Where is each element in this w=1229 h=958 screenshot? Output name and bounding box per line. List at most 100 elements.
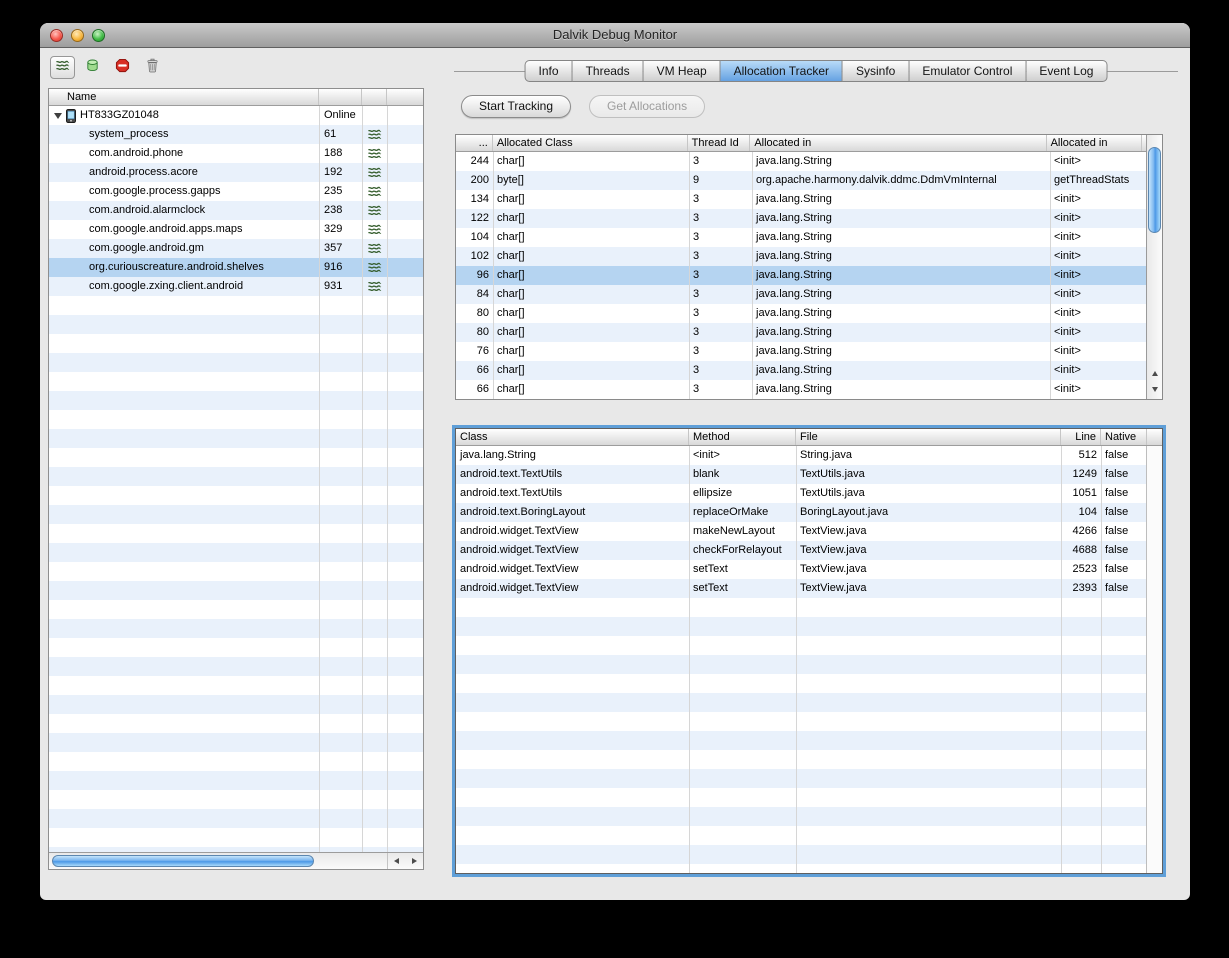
allocation-row[interactable]: 80 char[] 3 java.lang.String <init> bbox=[456, 304, 1146, 323]
titlebar[interactable]: Dalvik Debug Monitor bbox=[40, 23, 1190, 48]
horizontal-scrollbar[interactable] bbox=[49, 852, 423, 869]
stacktrace-row[interactable]: android.text.TextUtils blank TextUtils.jav… bbox=[456, 465, 1146, 484]
allocation-row[interactable]: 66 char[] 3 java.lang.String <init> bbox=[456, 361, 1146, 380]
stacktrace-row[interactable]: android.widget.TextView makeNewLayout Text… bbox=[456, 522, 1146, 541]
column-header-class[interactable]: Class bbox=[456, 429, 689, 445]
process-pid: 931 bbox=[324, 280, 343, 292]
column-header-native[interactable]: Native bbox=[1101, 429, 1147, 445]
threads-icon bbox=[367, 146, 382, 161]
process-pid: 916 bbox=[324, 261, 343, 273]
allocation-row[interactable]: 244 char[] 3 java.lang.String <init> bbox=[456, 152, 1146, 171]
allocation-row[interactable]: 104 char[] 3 java.lang.String <init> bbox=[456, 228, 1146, 247]
threads-icon bbox=[367, 260, 382, 275]
threads-icon bbox=[367, 165, 382, 180]
stacktrace-row[interactable]: android.text.TextUtils ellipsize TextUtils… bbox=[456, 484, 1146, 503]
stacktrace-row[interactable]: android.widget.TextView setText TextView.j… bbox=[456, 579, 1146, 598]
process-row[interactable]: org.curiouscreature.android.shelves 916 bbox=[49, 258, 423, 277]
process-row[interactable]: com.google.android.apps.maps 329 bbox=[49, 220, 423, 239]
stacktrace-cell: android.text.TextUtils bbox=[460, 487, 563, 499]
allocation-row[interactable]: 80 char[] 3 java.lang.String <init> bbox=[456, 323, 1146, 342]
allocation-row[interactable]: 102 char[] 3 java.lang.String <init> bbox=[456, 247, 1146, 266]
allocation-cell: char[] bbox=[497, 383, 525, 395]
stacktrace-cell: 512 bbox=[1078, 449, 1097, 461]
allocation-cell: <init> bbox=[1054, 212, 1081, 224]
allocation-cell: 244 bbox=[470, 155, 489, 167]
stacktrace-cell: BoringLayout.java bbox=[800, 506, 889, 518]
garbage-collect-button[interactable] bbox=[140, 56, 165, 79]
tab-info[interactable]: Info bbox=[524, 60, 573, 82]
allocation-row[interactable]: 200 byte[] 9 org.apache.harmony.dalvik.ddmc… bbox=[456, 171, 1146, 190]
allocation-row[interactable]: 66 char[] 3 java.lang.String <init> bbox=[456, 380, 1146, 399]
zoom-button[interactable] bbox=[92, 29, 105, 42]
stacktrace-row[interactable]: java.lang.String <init> String.java 512 fals… bbox=[456, 446, 1146, 465]
column-header-allocated-in[interactable]: Allocated in bbox=[1047, 135, 1143, 151]
horizontal-scrollbar-thumb[interactable] bbox=[52, 855, 314, 867]
threads-icon bbox=[367, 127, 382, 142]
stacktrace-cell: TextView.java bbox=[800, 525, 867, 537]
allocation-row[interactable]: 96 char[] 3 java.lang.String <init> bbox=[456, 266, 1146, 285]
stacktrace-cell: 2393 bbox=[1072, 582, 1097, 594]
process-row[interactable]: com.google.android.gm 357 bbox=[49, 239, 423, 258]
threads-icon bbox=[367, 222, 382, 237]
process-row[interactable]: system_process 61 bbox=[49, 125, 423, 144]
process-pid: 357 bbox=[324, 242, 343, 254]
column-header-allocated-class[interactable]: Allocated Class bbox=[493, 135, 688, 151]
device-row[interactable]: HT833GZ01048 Online bbox=[49, 106, 423, 125]
process-name: org.curiouscreature.android.shelves bbox=[89, 261, 264, 273]
scroll-right-button[interactable] bbox=[406, 853, 424, 869]
allocation-cell: 3 bbox=[693, 326, 700, 338]
column-header-allocated-in[interactable]: Allocated in bbox=[750, 135, 1047, 151]
process-row[interactable]: com.android.alarmclock 238 bbox=[49, 201, 423, 220]
column-header-blank[interactable]: ... bbox=[456, 135, 493, 151]
allocation-row[interactable]: 134 char[] 3 java.lang.String <init> bbox=[456, 190, 1146, 209]
get-allocations-button[interactable]: Get Allocations bbox=[589, 95, 706, 118]
stacktrace-cell: false bbox=[1105, 487, 1129, 499]
scroll-up-button[interactable] bbox=[1147, 365, 1162, 381]
process-name: com.google.android.apps.maps bbox=[89, 223, 243, 235]
allocation-cell: java.lang.String bbox=[756, 326, 832, 338]
tab-emulator-control[interactable]: Emulator Control bbox=[909, 60, 1027, 82]
column-header-line[interactable]: Line bbox=[1061, 429, 1101, 445]
allocation-cell: 3 bbox=[693, 250, 700, 262]
allocation-cell: char[] bbox=[497, 326, 525, 338]
column-header-blank[interactable] bbox=[362, 89, 387, 105]
update-heap-button[interactable] bbox=[80, 56, 105, 79]
process-pid: 61 bbox=[324, 128, 337, 140]
column-header-thread-id[interactable]: Thread Id bbox=[688, 135, 751, 151]
vertical-scrollbar-thumb[interactable] bbox=[1148, 147, 1161, 233]
threads-icon bbox=[367, 184, 382, 199]
disclosure-triangle-icon[interactable] bbox=[54, 112, 62, 119]
stacktrace-row[interactable]: android.text.BoringLayout replaceOrMake Bo… bbox=[456, 503, 1146, 522]
column-header-file[interactable]: File bbox=[796, 429, 1061, 445]
allocation-row[interactable]: 76 char[] 3 java.lang.String <init> bbox=[456, 342, 1146, 361]
column-header-name[interactable]: Name bbox=[49, 89, 319, 105]
process-row[interactable]: com.android.phone 188 bbox=[49, 144, 423, 163]
allocation-cell: java.lang.String bbox=[756, 250, 832, 262]
stacktrace-table-header: Class Method File Line Native bbox=[456, 429, 1162, 446]
close-button[interactable] bbox=[50, 29, 63, 42]
column-header-method[interactable]: Method bbox=[689, 429, 796, 445]
stop-process-button[interactable] bbox=[110, 56, 135, 79]
process-row[interactable]: com.google.process.gapps 235 bbox=[49, 182, 423, 201]
tab-event-log[interactable]: Event Log bbox=[1026, 60, 1108, 82]
tab-allocation-tracker[interactable]: Allocation Tracker bbox=[720, 60, 843, 82]
tab-sysinfo[interactable]: Sysinfo bbox=[843, 60, 910, 82]
tab-vm-heap[interactable]: VM Heap bbox=[643, 60, 721, 82]
start-tracking-button[interactable]: Start Tracking bbox=[461, 95, 572, 118]
scroll-left-button[interactable] bbox=[388, 853, 406, 869]
stacktrace-scrollbar-track[interactable] bbox=[1146, 446, 1162, 873]
column-header-blank[interactable] bbox=[319, 89, 362, 105]
show-thread-updates-button[interactable] bbox=[50, 56, 75, 79]
stacktrace-row[interactable]: android.widget.TextView checkForRelayout T… bbox=[456, 541, 1146, 560]
allocation-row[interactable]: 84 char[] 3 java.lang.String <init> bbox=[456, 285, 1146, 304]
allocation-row[interactable]: 122 char[] 3 java.lang.String <init> bbox=[456, 209, 1146, 228]
allocation-cell: byte[] bbox=[497, 174, 524, 186]
process-row[interactable]: android.process.acore 192 bbox=[49, 163, 423, 182]
stacktrace-row[interactable]: android.widget.TextView setText TextView.j… bbox=[456, 560, 1146, 579]
tab-threads[interactable]: Threads bbox=[572, 60, 644, 82]
scroll-down-button[interactable] bbox=[1147, 381, 1162, 397]
allocation-cell: java.lang.String bbox=[756, 231, 832, 243]
minimize-button[interactable] bbox=[71, 29, 84, 42]
vertical-scrollbar[interactable] bbox=[1146, 135, 1162, 399]
process-row[interactable]: com.google.zxing.client.android 931 bbox=[49, 277, 423, 296]
